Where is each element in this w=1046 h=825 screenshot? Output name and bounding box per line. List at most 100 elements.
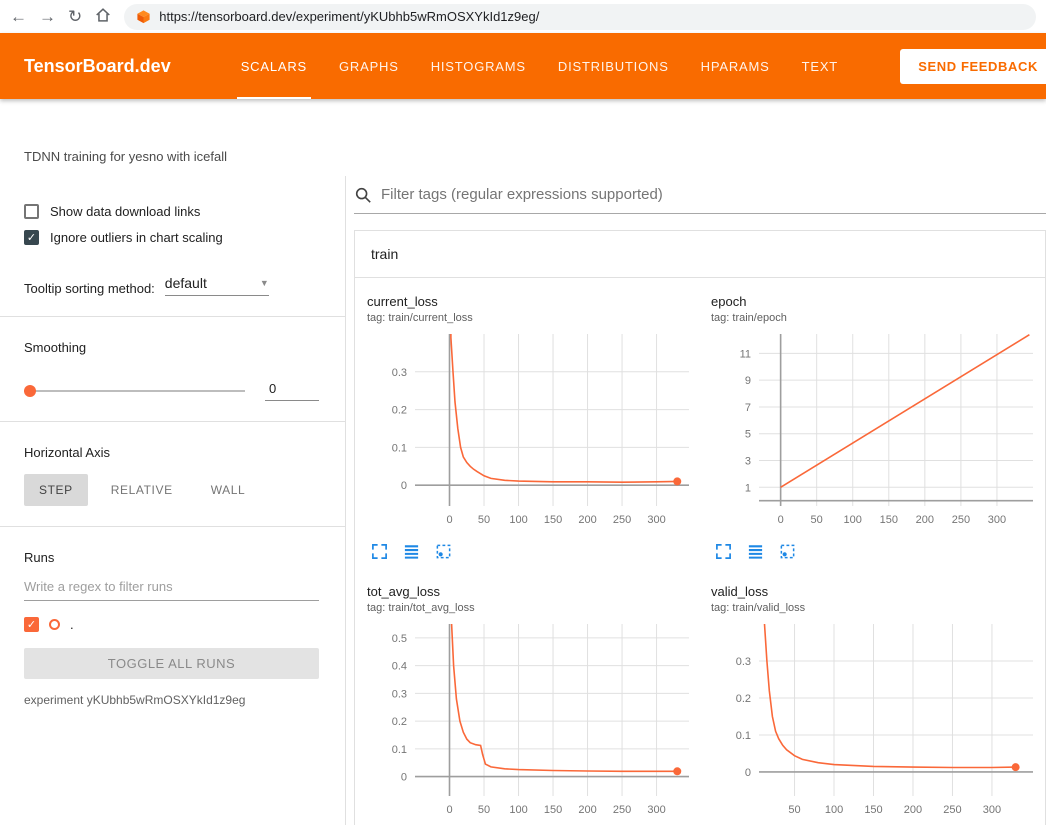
chart-tag: tag: train/tot_avg_loss: [367, 602, 699, 614]
tooltip-sorting-dropdown[interactable]: default ▼: [165, 275, 269, 296]
tag-filter-input[interactable]: [381, 186, 1046, 203]
show-download-links-checkbox[interactable]: [24, 204, 39, 219]
tab-text[interactable]: TEXT: [786, 33, 854, 99]
svg-text:100: 100: [509, 804, 527, 816]
svg-text:300: 300: [647, 514, 665, 526]
divider: [0, 526, 345, 527]
smoothing-label: Smoothing: [24, 340, 319, 355]
svg-text:11: 11: [740, 348, 751, 360]
chevron-down-icon: ▼: [260, 278, 269, 288]
svg-text:150: 150: [544, 514, 562, 526]
svg-text:0: 0: [778, 514, 784, 526]
svg-text:0: 0: [745, 767, 751, 779]
tooltip-sorting-label: Tooltip sorting method:: [24, 281, 155, 296]
svg-text:0: 0: [446, 514, 452, 526]
content: Show data download links ✓ Ignore outlie…: [0, 176, 1046, 825]
svg-text:100: 100: [825, 804, 843, 816]
svg-text:0.2: 0.2: [736, 693, 751, 705]
svg-text:0.1: 0.1: [392, 442, 407, 454]
axis-wall-button[interactable]: WALL: [196, 474, 261, 506]
address-bar[interactable]: https://tensorboard.dev/experiment/yKUbh…: [124, 4, 1036, 30]
svg-text:300: 300: [988, 514, 1006, 526]
runs-filter-input[interactable]: [24, 573, 319, 601]
tab-hparams[interactable]: HPARAMS: [685, 33, 786, 99]
svg-text:0.5: 0.5: [392, 633, 407, 645]
fit-domain-icon[interactable]: [779, 543, 796, 560]
ignore-outliers-checkbox[interactable]: ✓: [24, 230, 39, 245]
train-section-card: train current_loss tag: train/current_lo…: [354, 230, 1046, 825]
forward-icon[interactable]: →: [39, 8, 56, 25]
back-icon[interactable]: ←: [10, 8, 27, 25]
svg-text:9: 9: [745, 375, 751, 387]
svg-text:250: 250: [613, 804, 631, 816]
svg-text:200: 200: [904, 804, 922, 816]
runs-list-icon[interactable]: [403, 543, 420, 560]
send-feedback-button[interactable]: SEND FEEDBACK: [900, 49, 1046, 84]
chart-tag: tag: train/valid_loss: [711, 602, 1043, 614]
svg-text:50: 50: [811, 514, 823, 526]
chart-plot[interactable]: 05010015020025030000.10.20.3: [367, 326, 699, 537]
chart-title: tot_avg_loss: [367, 584, 699, 599]
expand-chart-icon[interactable]: [715, 543, 732, 560]
chart-footer-icons: [715, 543, 1043, 560]
tab-graphs[interactable]: GRAPHS: [323, 33, 415, 99]
reload-icon[interactable]: ↻: [68, 8, 82, 25]
chart-plot[interactable]: 05010015020025030000.10.20.30.40.5: [367, 616, 699, 825]
toggle-all-runs-button[interactable]: TOGGLE ALL RUNS: [24, 648, 319, 679]
tab-scalars[interactable]: SCALARS: [225, 33, 323, 99]
expand-chart-icon[interactable]: [371, 543, 388, 560]
svg-text:0.3: 0.3: [392, 367, 407, 379]
horizontal-axis-buttons: STEP RELATIVE WALL: [24, 474, 319, 506]
svg-text:300: 300: [647, 804, 665, 816]
svg-text:5: 5: [745, 429, 751, 441]
settings-sidebar: Show data download links ✓ Ignore outlie…: [0, 176, 346, 825]
show-download-links-row: Show data download links: [24, 204, 319, 219]
svg-text:0.3: 0.3: [736, 656, 751, 668]
svg-text:50: 50: [478, 804, 490, 816]
show-download-links-label: Show data download links: [50, 204, 200, 219]
smoothing-slider[interactable]: [24, 390, 245, 392]
chart-tag: tag: train/current_loss: [367, 312, 699, 324]
svg-text:200: 200: [578, 514, 596, 526]
svg-text:1: 1: [745, 482, 751, 494]
svg-text:200: 200: [578, 804, 596, 816]
axis-step-button[interactable]: STEP: [24, 474, 88, 506]
smoothing-value-input[interactable]: 0: [265, 381, 319, 401]
svg-text:200: 200: [916, 514, 934, 526]
browser-chrome: ← → ↻ https://tensorboard.dev/experiment…: [0, 0, 1046, 33]
tag-filter-row: [354, 176, 1046, 214]
chart-tag: tag: train/epoch: [711, 312, 1043, 324]
tab-distributions[interactable]: DISTRIBUTIONS: [542, 33, 685, 99]
chart-plot[interactable]: 0501001502002503001357911: [711, 326, 1043, 537]
runs-label: Runs: [24, 550, 319, 565]
tab-histograms[interactable]: HISTOGRAMS: [415, 33, 542, 99]
run-color-indicator: [49, 619, 60, 630]
svg-text:0.2: 0.2: [392, 405, 407, 417]
run-name-label[interactable]: .: [70, 617, 74, 632]
svg-text:100: 100: [844, 514, 862, 526]
svg-text:0.4: 0.4: [392, 661, 407, 673]
chart-footer-icons: [371, 543, 699, 560]
svg-text:0.3: 0.3: [392, 688, 407, 700]
experiment-subheader: TDNN training for yesno with icefall: [0, 99, 1046, 176]
fit-domain-icon[interactable]: [435, 543, 452, 560]
axis-relative-button[interactable]: RELATIVE: [96, 474, 188, 506]
svg-text:150: 150: [880, 514, 898, 526]
svg-text:0: 0: [401, 772, 407, 784]
chart-title: valid_loss: [711, 584, 1043, 599]
svg-text:250: 250: [952, 514, 970, 526]
chart-plot[interactable]: 5010015020025030000.10.20.3: [711, 616, 1043, 825]
search-icon: [354, 186, 372, 204]
app-logo: TensorBoard.dev: [24, 56, 171, 77]
run-checkbox[interactable]: ✓: [24, 617, 39, 632]
train-section-header[interactable]: train: [355, 231, 1045, 278]
smoothing-slider-thumb[interactable]: [24, 385, 36, 397]
chart-title: epoch: [711, 294, 1043, 309]
tensorboard-favicon-icon: [136, 9, 151, 24]
tooltip-sorting-row: Tooltip sorting method: default ▼: [24, 275, 319, 296]
runs-list-icon[interactable]: [747, 543, 764, 560]
home-icon[interactable]: [94, 6, 112, 27]
svg-text:150: 150: [864, 804, 882, 816]
svg-text:0: 0: [446, 804, 452, 816]
divider: [0, 316, 345, 317]
